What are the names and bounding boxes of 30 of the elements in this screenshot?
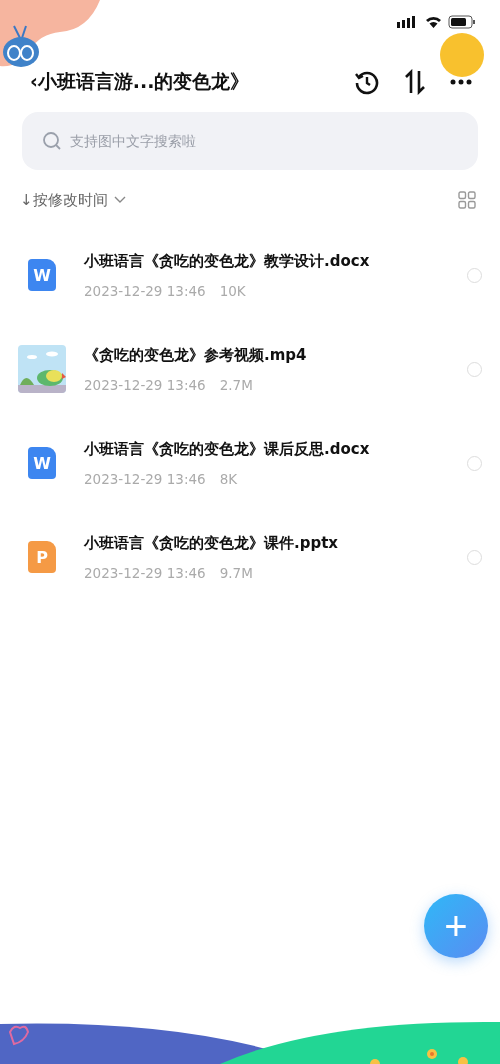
file-size: 9.7M bbox=[219, 564, 253, 581]
search-field[interactable]: 支持图中文字搜索啦 bbox=[22, 112, 478, 170]
presentation-icon: P bbox=[28, 541, 56, 573]
grid-view-icon[interactable] bbox=[458, 191, 476, 209]
file-date: 2023-12-29 13:46 bbox=[84, 376, 206, 393]
sun-drawing bbox=[440, 33, 484, 77]
file-name[interactable]: 小班语言《贪吃的变色龙》教学设计.docx bbox=[84, 251, 467, 271]
word-document-icon: W bbox=[28, 259, 56, 291]
history-icon[interactable] bbox=[354, 69, 380, 95]
file-size: 8K bbox=[219, 470, 238, 487]
sort-dropdown[interactable]: ↓按修改时间 bbox=[20, 190, 126, 210]
select-radio[interactable] bbox=[467, 549, 482, 565]
file-date: 2023-12-29 13:46 bbox=[84, 564, 206, 581]
select-radio[interactable] bbox=[467, 267, 482, 283]
file-date: 2023-12-29 13:46 bbox=[84, 470, 206, 487]
more-icon[interactable] bbox=[450, 79, 472, 85]
caret-icon bbox=[113, 196, 126, 204]
folder-title: ‹小班语言游...的变色龙》 bbox=[30, 69, 250, 94]
file-name[interactable]: 《贪吃的变色龙》参考视频.mp4 bbox=[84, 345, 467, 365]
sort-icon[interactable] bbox=[404, 69, 426, 95]
file-name[interactable]: 小班语言《贪吃的变色龙》课件.pptx bbox=[84, 533, 467, 553]
wifi-icon bbox=[425, 16, 442, 28]
word-document-icon: W bbox=[28, 447, 56, 479]
file-date: 2023-12-29 13:46 bbox=[84, 282, 206, 299]
file-size: 10K bbox=[219, 282, 246, 299]
battery-icon bbox=[448, 15, 476, 29]
select-radio[interactable] bbox=[467, 455, 482, 471]
select-radio[interactable] bbox=[467, 361, 482, 377]
file-size: 2.7M bbox=[219, 376, 253, 393]
file-name[interactable]: 小班语言《贪吃的变色龙》课后反思.docx bbox=[84, 439, 467, 459]
